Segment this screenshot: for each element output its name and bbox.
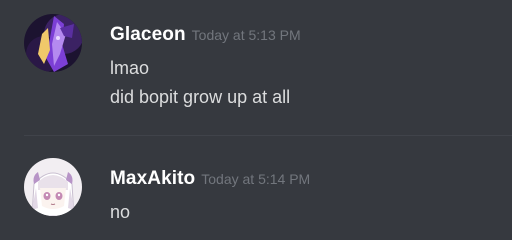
message-header: Glaceon Today at 5:13 PM xyxy=(110,22,301,49)
username[interactable]: Glaceon xyxy=(110,24,186,45)
chat-log: Glaceon Today at 5:13 PM lmao did bopit g… xyxy=(0,0,512,240)
message-header: MaxAkito Today at 5:14 PM xyxy=(110,166,310,193)
timestamp: Today at 5:13 PM xyxy=(191,27,301,43)
username[interactable]: MaxAkito xyxy=(110,168,195,189)
user-avatar[interactable] xyxy=(24,14,82,72)
message-divider xyxy=(24,135,512,136)
message-content: no xyxy=(110,198,130,227)
message-line: did bopit grow up at all xyxy=(110,87,291,107)
purple-character-avatar-icon xyxy=(24,14,82,72)
user-avatar[interactable] xyxy=(24,158,82,216)
timestamp: Today at 5:14 PM xyxy=(201,171,311,187)
message-line: lmao xyxy=(110,58,150,78)
message-line: no xyxy=(110,202,131,222)
message-content: lmao did bopit grow up at all xyxy=(110,54,290,112)
anime-girl-avatar-icon xyxy=(24,158,82,216)
